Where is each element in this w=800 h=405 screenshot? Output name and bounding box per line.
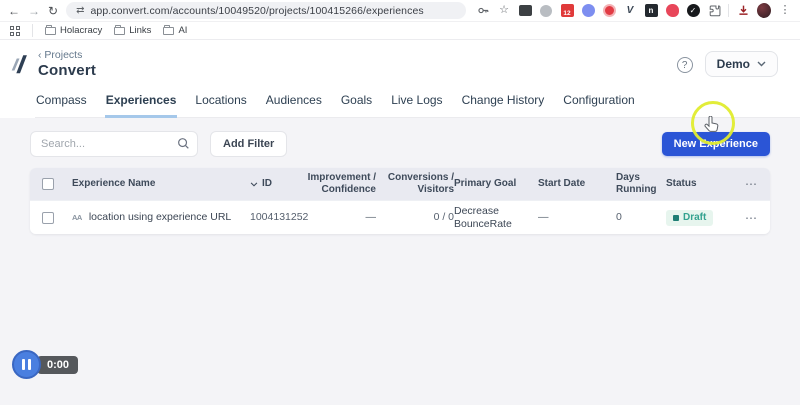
extension-convert-icon[interactable]: V (623, 4, 637, 18)
profile-avatar[interactable] (757, 4, 771, 18)
account-label: Demo (717, 57, 750, 71)
help-icon[interactable]: ? (677, 57, 693, 73)
cell-primary-goal: Decrease BounceRate (454, 201, 538, 234)
tab-switch-icon[interactable]: ⇄ (76, 5, 84, 16)
bookmarks-divider (32, 24, 33, 37)
col-id[interactable]: ID (250, 174, 306, 194)
col-experience-name[interactable]: Experience Name (72, 174, 250, 194)
extensions-puzzle-icon[interactable] (707, 4, 721, 18)
sort-chevron-icon (250, 182, 258, 187)
bookmark-folder-links[interactable]: Links (114, 25, 151, 36)
extension-notion-icon[interactable]: n (644, 4, 658, 18)
cell-id: 1004131252 (250, 207, 306, 228)
tab-goals[interactable]: Goals (340, 93, 373, 117)
extension-check-icon[interactable]: ✓ (686, 4, 700, 18)
browser-menu-icon[interactable]: ⋮ (778, 4, 792, 18)
apps-grid-icon[interactable] (10, 26, 20, 36)
pause-button[interactable] (12, 350, 41, 379)
aa-test-icon: AA (72, 213, 82, 222)
tab-audiences[interactable]: Audiences (265, 93, 323, 117)
toolbar: Add Filter New Experience (30, 131, 770, 157)
row-checkbox[interactable] (42, 212, 54, 224)
download-icon[interactable] (736, 4, 750, 18)
extension-screen-icon[interactable] (518, 4, 532, 18)
url-text: app.convert.com/accounts/10049520/projec… (90, 5, 423, 17)
forward-icon[interactable]: → (28, 5, 40, 17)
bookmark-star-icon[interactable]: ☆ (497, 4, 511, 18)
search-icon (177, 137, 190, 155)
col-status[interactable]: Status (666, 174, 728, 194)
status-badge[interactable]: Draft (666, 210, 713, 226)
tab-change-history[interactable]: Change History (461, 93, 546, 117)
tab-locations[interactable]: Locations (194, 93, 247, 117)
extension-calendar-icon[interactable]: 12 (560, 4, 574, 18)
cell-days-running: 0 (616, 207, 666, 228)
browser-toolbar: ← → ↻ ⇄ app.convert.com/accounts/1004952… (0, 0, 800, 22)
tab-configuration[interactable]: Configuration (562, 93, 635, 117)
breadcrumb-label: Projects (44, 49, 82, 61)
header-menu-icon[interactable]: ⋯ (728, 177, 758, 191)
tab-live-logs[interactable]: Live Logs (390, 93, 443, 117)
chevron-down-icon (757, 61, 766, 67)
extension-blue-icon[interactable] (581, 4, 595, 18)
status-square-icon (673, 215, 679, 221)
col-improvement[interactable]: Improvement / Confidence (306, 168, 376, 200)
bookmark-label: AI (178, 25, 187, 36)
account-dropdown[interactable]: Demo (705, 51, 778, 77)
breadcrumb[interactable]: ‹ Projects (38, 49, 96, 61)
back-icon[interactable]: ← (8, 5, 20, 17)
address-bar[interactable]: ⇄ app.convert.com/accounts/10049520/proj… (66, 2, 466, 19)
bookmark-label: Links (129, 25, 151, 36)
table-header: Experience Name ID Improvement / Confide… (30, 168, 770, 200)
select-all-checkbox[interactable] (42, 178, 54, 190)
breadcrumb-chevron-icon: ‹ (38, 49, 42, 61)
cell-conversions: 0 / 0 (376, 207, 454, 228)
col-start-date[interactable]: Start Date (538, 174, 616, 194)
folder-icon (114, 27, 125, 35)
tab-bar: Compass Experiences Locations Audiences … (35, 93, 800, 118)
cell-improvement: — (306, 207, 376, 228)
bookmark-label: Holacracy (60, 25, 102, 36)
browser-actions: ☆ 12 V n ✓ ⋮ (476, 4, 792, 18)
bookmarks-bar: Holacracy Links AI (0, 22, 800, 40)
search-input[interactable] (30, 131, 198, 157)
folder-icon (45, 27, 56, 35)
add-filter-button[interactable]: Add Filter (210, 131, 287, 157)
tab-compass[interactable]: Compass (35, 93, 88, 117)
col-conversions[interactable]: Conversions / Visitors (376, 168, 454, 200)
tab-experiences[interactable]: Experiences (105, 93, 178, 118)
password-key-icon[interactable] (476, 4, 490, 18)
bookmark-folder-holacracy[interactable]: Holacracy (45, 25, 102, 36)
status-label: Draft (683, 212, 706, 224)
extension-gray-icon[interactable] (539, 4, 553, 18)
table-row[interactable]: AA location using experience URL 1004131… (30, 200, 770, 234)
col-id-label: ID (262, 178, 272, 190)
page-title: Convert (38, 62, 96, 79)
experiences-table: Experience Name ID Improvement / Confide… (30, 168, 770, 234)
convert-logo (8, 52, 32, 83)
col-days-running[interactable]: Days Running (616, 168, 666, 200)
bookmark-folder-ai[interactable]: AI (163, 25, 187, 36)
reload-icon[interactable]: ↻ (48, 5, 58, 17)
main-content: Add Filter New Experience Experience Nam… (0, 118, 800, 234)
extension-red-ring-icon[interactable] (602, 4, 616, 18)
new-experience-button[interactable]: New Experience (662, 132, 770, 156)
folder-icon (163, 27, 174, 35)
extension-red-blob-icon[interactable] (665, 4, 679, 18)
col-primary-goal[interactable]: Primary Goal (454, 174, 538, 194)
experience-name-link[interactable]: location using experience URL (89, 211, 231, 224)
screen-recorder-widget: 0:00 (12, 350, 78, 379)
app-header: ‹ Projects Convert ? Demo Compass Experi… (0, 40, 800, 118)
cell-start-date: — (538, 207, 616, 228)
recording-timer: 0:00 (37, 356, 78, 374)
toolbar-divider (728, 4, 729, 17)
row-menu-icon[interactable]: ⋯ (728, 211, 758, 225)
